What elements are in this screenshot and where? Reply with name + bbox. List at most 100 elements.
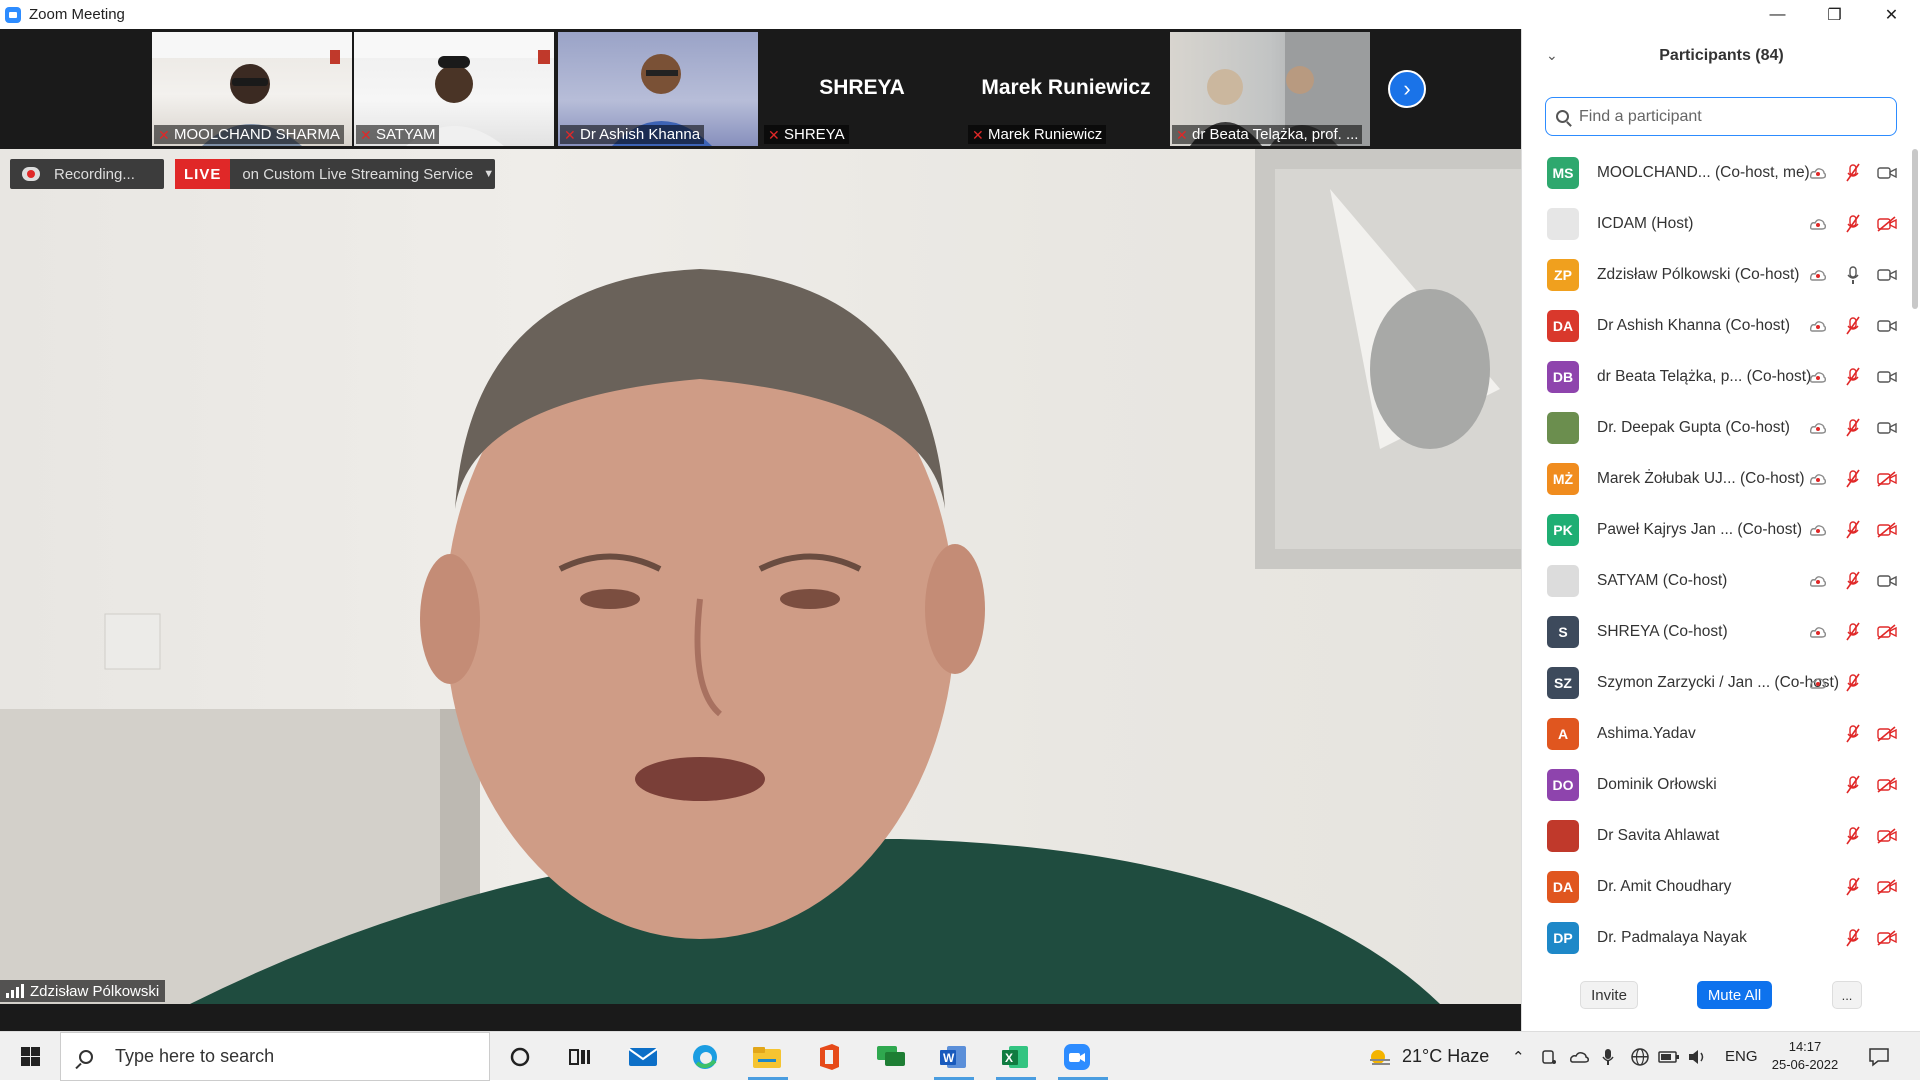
mic-muted-icon[interactable] [1843,316,1863,336]
video-on-icon[interactable] [1877,571,1897,591]
participant-avatar: SZ [1547,666,1579,699]
participant-row[interactable]: PK Paweł Kajrys Jan ... (Co-host) [1522,504,1907,555]
participant-row[interactable]: SZ Szymon Zarzycki / Jan ... (Co-host) [1522,657,1907,708]
video-tile[interactable]: ✕ SATYAM [354,32,554,146]
mic-muted-icon[interactable] [1843,571,1863,591]
network-icon[interactable] [1630,1032,1650,1081]
tray-chevron-icon[interactable]: ⌃ [1512,1032,1525,1081]
video-off-icon[interactable] [1877,775,1897,795]
recording-indicator[interactable]: Recording... [10,159,164,189]
participant-row[interactable]: DA Dr. Amit Choudhary [1522,861,1907,912]
excel-icon[interactable]: X [998,1040,1032,1074]
search-icon [79,1049,93,1064]
task-view-icon[interactable] [563,1040,597,1074]
participant-row[interactable]: S SHREYA (Co-host) [1522,606,1907,657]
restore-button[interactable]: ❐ [1806,0,1863,29]
start-button[interactable] [0,1032,60,1081]
tile-name-label: ✕ SHREYA [764,125,849,144]
minimize-button[interactable]: — [1749,0,1806,29]
video-off-icon[interactable] [1877,469,1897,489]
mic-on-icon[interactable] [1843,265,1863,285]
microphone-icon[interactable] [1602,1032,1614,1081]
video-off-icon[interactable] [1877,724,1897,744]
file-explorer-icon[interactable] [750,1040,784,1074]
clock[interactable]: 14:17 25-06-2022 [1760,1038,1850,1074]
participant-row[interactable]: MŻ Marek Żołubak UJ... (Co-host) [1522,453,1907,504]
video-on-icon[interactable] [1877,367,1897,387]
mic-muted-icon: ✕ [360,127,372,143]
live-badge: LIVE [175,159,231,189]
live-stream-indicator[interactable]: LIVE on Custom Live Streaming Service ▼ [175,159,495,189]
video-off-icon[interactable] [1877,877,1897,897]
video-tile[interactable]: ✕ MOOLCHAND SHARMA [152,32,352,146]
participant-row[interactable]: DA Dr Ashish Khanna (Co-host) [1522,300,1907,351]
video-off-icon[interactable] [1877,622,1897,642]
video-on-icon[interactable] [1877,316,1897,336]
video-tile[interactable]: ✕ dr Beata Telążka, prof. ... [1170,32,1370,146]
video-off-icon[interactable] [1877,826,1897,846]
signal-strength-icon [6,984,24,998]
mic-muted-icon[interactable] [1843,418,1863,438]
mic-muted-icon[interactable] [1843,214,1863,234]
taskbar-search[interactable]: Type here to search [60,1032,490,1081]
participant-search[interactable] [1545,97,1897,136]
mic-muted-icon[interactable] [1843,724,1863,744]
cloud-record-icon [1808,673,1828,693]
next-page-button[interactable]: › [1388,70,1426,108]
participant-row[interactable]: A Ashima.Yadav [1522,708,1907,759]
participant-row[interactable]: Dr. Deepak Gupta (Co-host) [1522,402,1907,453]
close-button[interactable]: ✕ [1863,0,1920,29]
participant-row[interactable]: DB dr Beata Telążka, p... (Co-host) [1522,351,1907,402]
participant-list-scrollbar[interactable] [1912,149,1918,309]
mic-muted-icon[interactable] [1843,469,1863,489]
participant-row[interactable]: ZP Zdzisław Pólkowski (Co-host) [1522,249,1907,300]
mic-muted-icon[interactable] [1843,928,1863,948]
video-tile[interactable]: ✕ Dr Ashish Khanna [558,32,758,146]
participant-search-input[interactable] [1579,107,1879,126]
language-indicator[interactable]: ENG [1725,1032,1758,1081]
notifications-icon[interactable] [1868,1032,1890,1081]
video-on-icon[interactable] [1877,265,1897,285]
mic-muted-icon[interactable] [1843,622,1863,642]
more-options-button[interactable]: ... [1832,981,1862,1009]
mail-icon[interactable] [626,1040,660,1074]
chat-app-icon[interactable] [874,1040,908,1074]
video-tile[interactable]: Marek Runiewicz ✕ Marek Runiewicz [966,32,1166,146]
video-off-icon[interactable] [1877,520,1897,540]
video-on-icon[interactable] [1877,163,1897,183]
mic-muted-icon[interactable] [1843,520,1863,540]
zoom-taskbar-icon[interactable] [1060,1040,1094,1074]
mic-muted-icon[interactable] [1843,877,1863,897]
onedrive-icon[interactable] [1570,1032,1590,1081]
tile-name-label: ✕ SATYAM [356,125,440,144]
weather-text: 21°C Haze [1402,1046,1490,1066]
participant-row[interactable]: ICDAM (Host) [1522,198,1907,249]
participant-row[interactable]: DP Dr. Padmalaya Nayak [1522,912,1907,963]
edge-icon[interactable] [688,1040,722,1074]
office-icon[interactable] [812,1040,846,1074]
tray-device-icon[interactable] [1541,1032,1557,1081]
mic-muted-icon[interactable] [1843,826,1863,846]
mic-muted-icon[interactable] [1843,163,1863,183]
word-icon[interactable]: W [936,1040,970,1074]
participant-avatar: PK [1547,513,1579,546]
mute-all-button[interactable]: Mute All [1697,981,1772,1009]
participant-row[interactable]: MS MOOLCHAND... (Co-host, me) [1522,147,1907,198]
weather-widget[interactable]: 21°C Haze [1366,1032,1489,1081]
video-tile[interactable]: SHREYA ✕ SHREYA [762,32,962,146]
video-off-icon[interactable] [1877,214,1897,234]
video-off-icon[interactable] [1877,928,1897,948]
mic-muted-icon[interactable] [1843,775,1863,795]
cortana-icon[interactable] [503,1040,537,1074]
video-on-icon[interactable] [1877,418,1897,438]
participant-row[interactable]: DO Dominik Orłowski [1522,759,1907,810]
participants-title: Participants (84) [1659,47,1784,64]
mic-muted-icon[interactable] [1843,673,1863,693]
invite-button[interactable]: Invite [1580,981,1638,1009]
participant-row[interactable]: SATYAM (Co-host) [1522,555,1907,606]
participant-avatar: DA [1547,870,1579,903]
mic-muted-icon[interactable] [1843,367,1863,387]
participant-row[interactable]: Dr Savita Ahlawat [1522,810,1907,861]
battery-icon[interactable] [1658,1032,1680,1081]
volume-icon[interactable] [1687,1032,1707,1081]
